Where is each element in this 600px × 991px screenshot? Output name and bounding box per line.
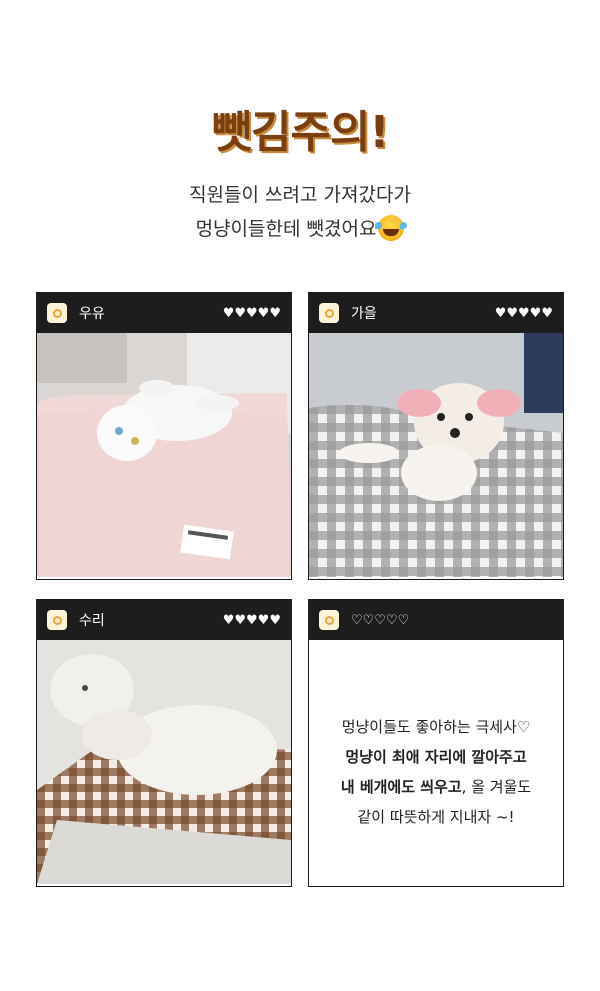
pet-photo <box>309 333 563 577</box>
message-line-1: 멍냥이들도 좋아하는 극세사♡ <box>341 718 531 736</box>
card-header: 우유 ♥♥♥♥♥ <box>37 293 291 333</box>
pet-card-2: 가을 ♥♥♥♥♥ <box>308 292 564 580</box>
camera-icon <box>47 610 67 630</box>
card-header: 수리 ♥♥♥♥♥ <box>37 600 291 640</box>
message-line-3-bold: 내 베개에도 씌우고 <box>340 778 462 796</box>
message-line-4: 같이 따뜻하게 지내자 ~! <box>357 808 515 826</box>
subtitle-line-2: 멍냥이들한테 뺏겼어요 <box>0 212 600 246</box>
hearts-rating: ♥♥♥♥♥ <box>494 305 553 321</box>
pet-name: 수리 <box>79 613 105 629</box>
pet-name: 우유 <box>79 306 105 322</box>
message-card: ♡♡♡♡♡ 멍냥이들도 좋아하는 극세사♡ 멍냥이 최애 자리에 깔아주고 내 … <box>308 599 564 887</box>
hearts-rating: ♥♥♥♥♥ <box>222 305 281 321</box>
page-subtitle: 직원들이 쓰려고 가져갔다가 멍냥이들한테 뺏겼어요 <box>0 178 600 246</box>
subtitle-line-2-text: 멍냥이들한테 뺏겼어요 <box>195 218 377 240</box>
pet-name: 가을 <box>351 306 377 322</box>
card-header: ♡♡♡♡♡ <box>309 600 563 640</box>
subtitle-line-1: 직원들이 쓰려고 가져갔다가 <box>189 184 411 206</box>
pet-photo <box>37 640 291 884</box>
camera-icon <box>319 610 339 630</box>
pet-card-3: 수리 ♥♥♥♥♥ <box>36 599 292 887</box>
message-body: 멍냥이들도 좋아하는 극세사♡ 멍냥이 최애 자리에 깔아주고 내 베개에도 씌… <box>309 640 563 886</box>
laughing-tears-emoji-icon <box>375 215 405 241</box>
page-title: 뺏김주의! <box>211 107 390 158</box>
pet-card-1: 우유 ♥♥♥♥♥ <box>36 292 292 580</box>
card-header: 가을 ♥♥♥♥♥ <box>309 293 563 333</box>
message-line-2: 멍냥이 최애 자리에 깔아주고 <box>345 748 527 766</box>
hearts-rating: ♡♡♡♡♡ <box>351 612 410 628</box>
pet-photo <box>37 333 291 577</box>
camera-icon <box>47 303 67 323</box>
message-line-3-rest: , 올 겨울도 <box>461 778 532 796</box>
camera-icon <box>319 303 339 323</box>
hearts-rating: ♥♥♥♥♥ <box>222 612 281 628</box>
